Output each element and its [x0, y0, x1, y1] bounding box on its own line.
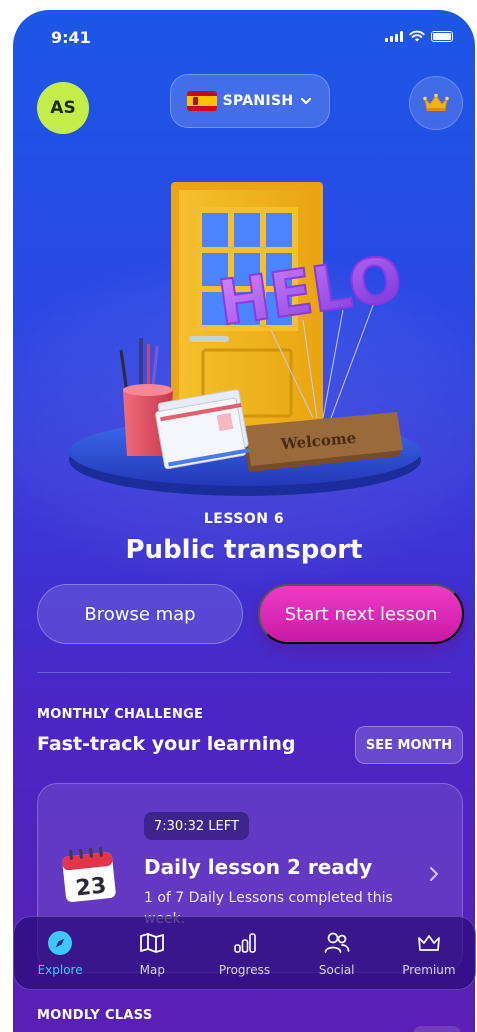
status-time: 9:41 [51, 28, 91, 47]
tab-progress[interactable]: Progress [198, 917, 290, 989]
section-divider [37, 672, 451, 673]
language-selector[interactable]: SPANISH [170, 74, 330, 128]
compass-icon [46, 929, 74, 957]
calendar-day: 23 [75, 873, 108, 901]
tab-label: Explore [37, 963, 83, 977]
calendar-icon: 23 [62, 846, 116, 902]
tab-social[interactable]: Social [291, 917, 383, 989]
start-next-lesson-button[interactable]: Start next lesson [258, 584, 464, 644]
browse-map-button[interactable]: Browse map [37, 584, 243, 644]
lesson-illustration: Welcome HELO [13, 160, 475, 590]
tab-map[interactable]: Map [106, 917, 198, 989]
next-section-chip [413, 1026, 461, 1032]
chevron-right-icon [430, 867, 438, 881]
premium-crown-button[interactable] [409, 76, 463, 130]
monthly-challenge-title: Fast-track your learning [37, 733, 296, 755]
bar-chart-icon [231, 929, 259, 957]
tab-premium[interactable]: Premium [383, 917, 475, 989]
signal-icon [385, 31, 403, 42]
spain-flag-icon [186, 91, 217, 111]
daily-lesson-title: Daily lesson 2 ready [144, 855, 373, 879]
avatar[interactable]: AS [37, 82, 89, 134]
wifi-icon [409, 30, 425, 42]
see-month-button[interactable]: SEE MONTH [355, 726, 463, 764]
people-icon [323, 929, 351, 957]
tab-label: Premium [402, 963, 456, 977]
crown-icon [415, 929, 443, 957]
time-left-badge: 7:30:32 LEFT [144, 812, 249, 840]
chevron-down-icon [301, 97, 312, 105]
mondly-class-kicker: MONDLY CLASS [37, 1008, 153, 1023]
monthly-challenge-kicker: MONTHLY CHALLENGE [37, 707, 204, 722]
tab-label: Progress [218, 963, 271, 977]
app-screen: 9:41 AS SPANISH Welcome HELO LESSON 6 Pu… [13, 10, 475, 1032]
bottom-tab-bar: Explore Map Progress Social Premium [13, 916, 476, 990]
crown-icon [423, 93, 449, 111]
door-scene-image: Welcome HELO [69, 182, 421, 496]
status-icons [385, 30, 453, 42]
map-icon [138, 929, 166, 957]
language-label: SPANISH [222, 93, 294, 109]
battery-icon [431, 31, 453, 42]
lesson-title: Public transport [125, 535, 363, 565]
tab-label: Map [139, 963, 165, 977]
lesson-number: LESSON 6 [203, 511, 285, 527]
tab-explore[interactable]: Explore [14, 917, 106, 989]
status-bar: 9:41 [13, 10, 475, 60]
tab-label: Social [318, 963, 355, 977]
